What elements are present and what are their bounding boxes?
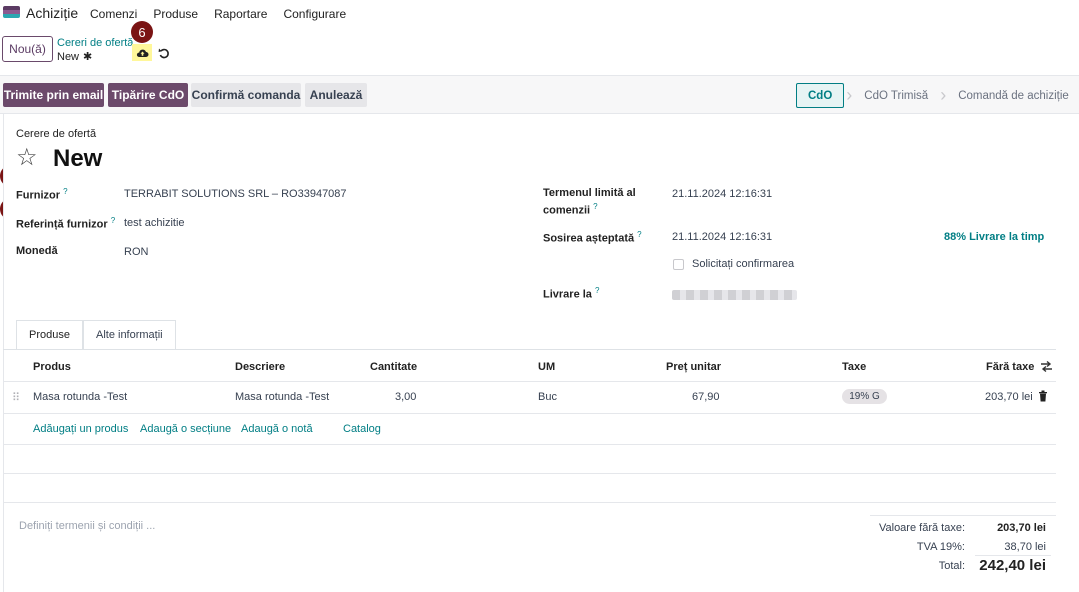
col-description[interactable]: Descriere bbox=[235, 361, 285, 373]
col-product[interactable]: Produs bbox=[33, 361, 71, 373]
tab-other-info[interactable]: Alte informații bbox=[82, 320, 176, 350]
vendor-reference-field[interactable]: test achizitie bbox=[124, 217, 185, 229]
col-uom[interactable]: UM bbox=[538, 361, 555, 373]
vendor-field[interactable]: TERRABIT SOLUTIONS SRL – RO33947087 bbox=[124, 188, 347, 200]
ask-confirmation-label: Solicitați confirmarea bbox=[692, 258, 795, 270]
chevron-right-icon: › bbox=[846, 85, 853, 105]
col-subtotal[interactable]: Fără taxe bbox=[986, 361, 1034, 373]
gear-icon[interactable]: ✱ bbox=[83, 50, 92, 63]
add-section-link[interactable]: Adaugă o secțiune bbox=[140, 423, 231, 435]
chevron-right-icon: › bbox=[940, 85, 947, 105]
tab-products[interactable]: Produse bbox=[16, 320, 83, 350]
menu-produse[interactable]: Produse bbox=[153, 7, 198, 21]
menu-comenzi[interactable]: Comenzi bbox=[90, 7, 137, 21]
form-sheet bbox=[3, 114, 1056, 592]
row-subtotal: 203,70 lei bbox=[985, 391, 1033, 403]
marker-6: 6 bbox=[131, 21, 153, 43]
undo-icon bbox=[158, 48, 169, 59]
breadcrumb: New ✱ bbox=[57, 50, 92, 64]
total-value: 242,40 lei bbox=[979, 557, 1046, 574]
row-divider bbox=[3, 413, 1056, 414]
expected-arrival-label: Sosirea așteptată ? bbox=[543, 230, 642, 245]
row-product[interactable]: Masa rotunda -Test bbox=[33, 391, 127, 403]
vendor-label: Furnizor ? bbox=[16, 187, 68, 202]
order-deadline-field[interactable]: 21.11.2024 12:16:31 bbox=[672, 188, 772, 200]
send-email-button[interactable]: Trimite prin email bbox=[3, 83, 104, 107]
save-button[interactable] bbox=[132, 44, 152, 61]
drag-handle-icon[interactable]: ⠿ bbox=[12, 391, 20, 404]
row-description[interactable]: Masa rotunda -Test bbox=[235, 391, 329, 403]
deliver-to-field-redacted[interactable] bbox=[672, 290, 797, 300]
notebook-tabs: Produse Alte informații bbox=[16, 320, 176, 350]
vendor-reference-label: Referință furnizor ? bbox=[16, 216, 116, 231]
tax-badge[interactable]: 19% G bbox=[842, 389, 887, 404]
record-name: New bbox=[53, 145, 103, 172]
col-taxes[interactable]: Taxe bbox=[842, 361, 866, 373]
currency-label: Monedă bbox=[16, 245, 58, 257]
add-product-link[interactable]: Adăugați un produs bbox=[33, 423, 128, 435]
terms-conditions-input[interactable]: Definiți termenii și condiții ... bbox=[19, 520, 155, 532]
row-quantity[interactable]: 3,00 bbox=[395, 391, 416, 403]
stage-rfq[interactable]: CdO bbox=[796, 83, 845, 108]
row-divider bbox=[3, 444, 1056, 445]
new-button[interactable]: Nou(ă) bbox=[2, 36, 53, 62]
form-subtitle: Cerere de ofertă bbox=[16, 128, 97, 140]
totals-divider bbox=[870, 515, 1056, 516]
header-divider bbox=[3, 381, 1056, 382]
currency-field[interactable]: RON bbox=[124, 246, 148, 258]
on-time-rate-link[interactable]: 88% Livrare la timp bbox=[944, 231, 1044, 243]
add-note-link[interactable]: Adaugă o notă bbox=[241, 423, 313, 435]
purchase-app-icon[interactable] bbox=[3, 6, 20, 18]
catalog-link[interactable]: Catalog bbox=[343, 423, 381, 435]
star-icon[interactable]: ☆ bbox=[16, 146, 38, 170]
menu-raportare[interactable]: Raportare bbox=[214, 7, 267, 21]
stage-purchase-order[interactable]: Comandă de achiziție bbox=[948, 83, 1079, 108]
expected-arrival-field[interactable]: 21.11.2024 12:16:31 bbox=[672, 231, 772, 243]
trash-icon[interactable] bbox=[1038, 390, 1048, 402]
optional-columns-icon[interactable] bbox=[1040, 360, 1053, 373]
top-navbar: Achiziție Comenzi Produse Raportare Conf… bbox=[0, 0, 1079, 26]
action-bar: Trimite prin email Tipărire CdO Confirmă… bbox=[0, 75, 1079, 114]
total-divider bbox=[975, 555, 1051, 556]
breadcrumb-current: New bbox=[57, 50, 80, 63]
row-unit-price[interactable]: 67,90 bbox=[692, 391, 720, 403]
vat-value: 38,70 lei bbox=[1004, 541, 1046, 553]
row-divider bbox=[3, 502, 1056, 503]
untaxed-amount-value: 203,70 lei bbox=[997, 522, 1046, 534]
confirm-order-button[interactable]: Confirmă comanda bbox=[191, 83, 301, 107]
breadcrumb-parent[interactable]: Cereri de ofertă bbox=[57, 37, 133, 49]
untaxed-amount-label: Valoare fără taxe: bbox=[878, 522, 965, 534]
discard-button[interactable] bbox=[156, 45, 172, 61]
col-unit-price[interactable]: Preț unitar bbox=[666, 361, 721, 373]
ask-confirmation-checkbox[interactable] bbox=[673, 259, 684, 270]
menu-configurare[interactable]: Configurare bbox=[283, 7, 346, 21]
cancel-button[interactable]: Anulează bbox=[305, 83, 367, 107]
deliver-to-label: Livrare la ? bbox=[543, 286, 600, 301]
row-divider bbox=[3, 473, 1056, 474]
stage-rfq-sent[interactable]: CdO Trimisă bbox=[854, 83, 938, 108]
main-menu: Comenzi Produse Raportare Configurare bbox=[90, 7, 362, 21]
print-rfq-button[interactable]: Tipărire CdO bbox=[108, 83, 188, 107]
col-quantity[interactable]: Cantitate bbox=[370, 361, 417, 373]
row-uom[interactable]: Buc bbox=[538, 391, 557, 403]
order-deadline-label: Termenul limită al bbox=[543, 187, 636, 199]
total-label: Total: bbox=[938, 560, 965, 572]
cloud-upload-icon bbox=[136, 49, 148, 57]
app-name[interactable]: Achiziție bbox=[26, 5, 78, 21]
tabs-divider bbox=[3, 349, 1056, 350]
vat-label: TVA 19%: bbox=[916, 541, 965, 553]
status-bar: CdO › CdO Trimisă › Comandă de achiziție bbox=[796, 83, 1079, 108]
order-deadline-label-line2: comenzii ? bbox=[543, 202, 598, 217]
